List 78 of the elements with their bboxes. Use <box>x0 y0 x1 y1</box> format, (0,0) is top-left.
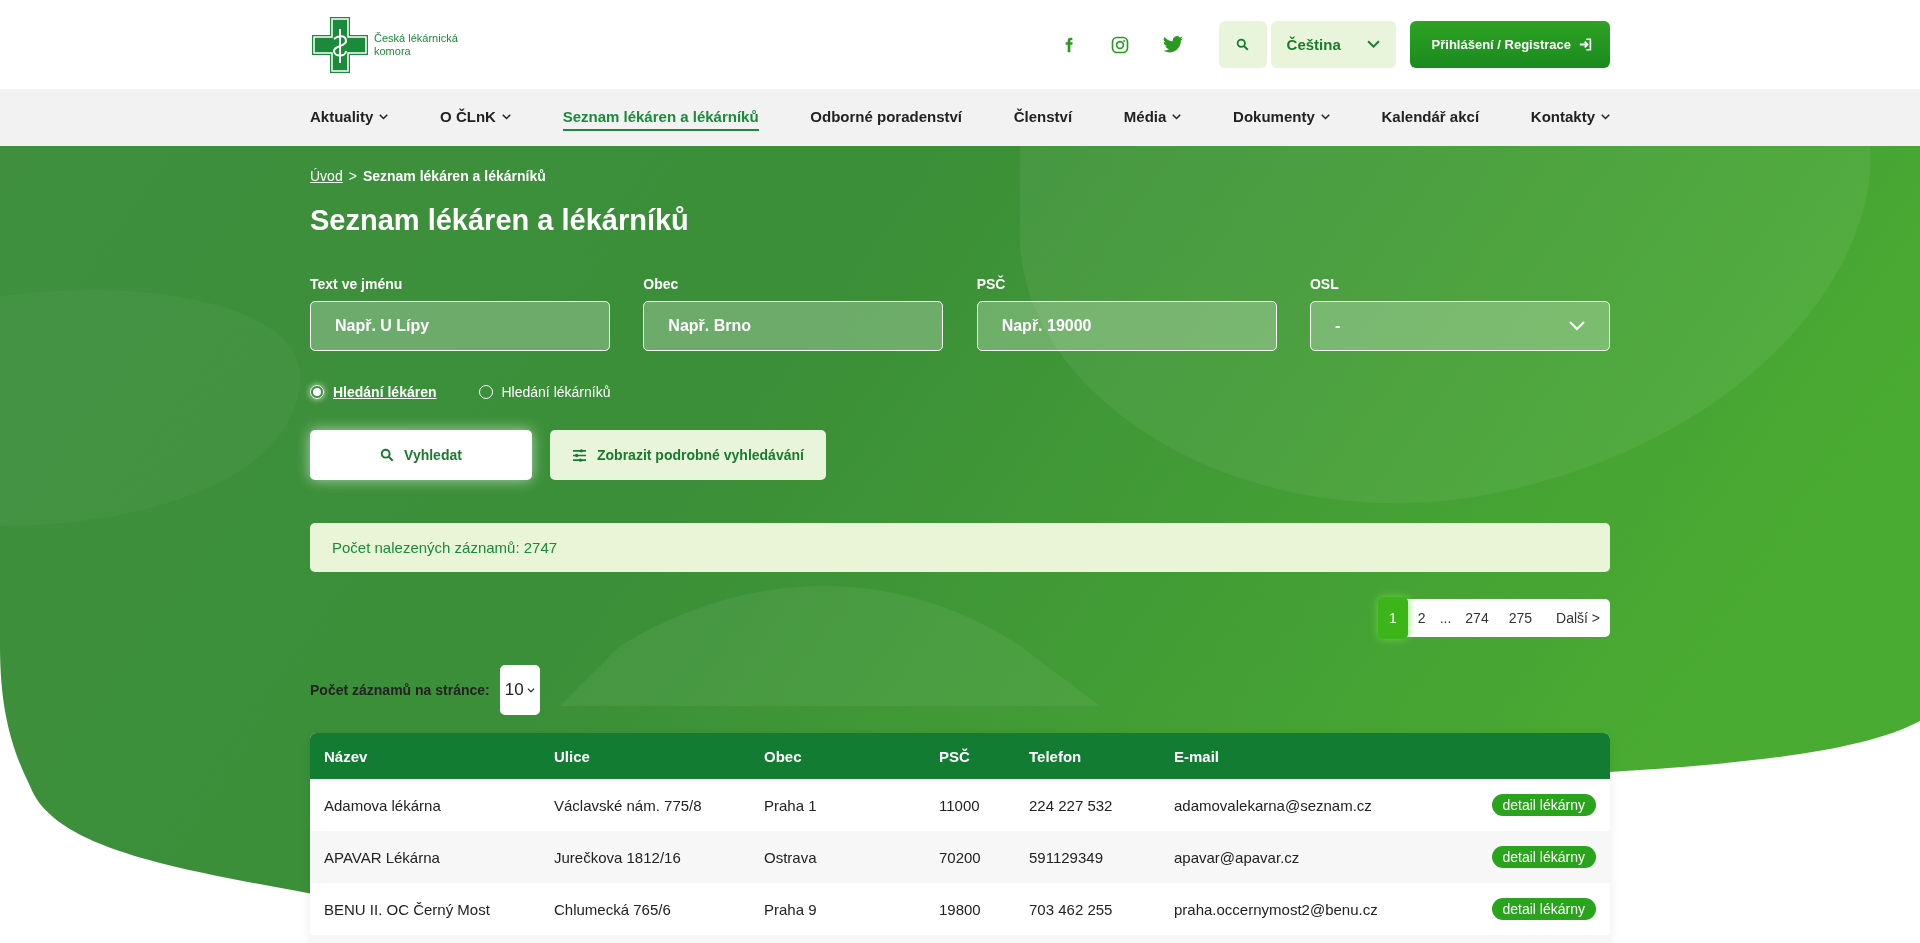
instagram-icon[interactable] <box>1110 35 1129 54</box>
column-header: Ulice <box>554 747 591 765</box>
search-button[interactable] <box>1218 21 1267 68</box>
table-cell-text: Adamova lékárna <box>324 796 442 814</box>
table-cell-text: 591129349 <box>1029 848 1104 866</box>
nav-link[interactable]: Média <box>1123 104 1182 131</box>
nav-link[interactable]: O ČLnK <box>440 104 511 131</box>
nav-link[interactable]: Seznam lékáren a lékárníků <box>562 104 759 131</box>
chevron-down-icon <box>501 113 511 120</box>
breadcrumb-link[interactable]: Úvod <box>310 168 343 184</box>
per-page-select[interactable]: 10 <box>499 665 540 715</box>
login-button[interactable]: Přihlášení / Registrace <box>1409 21 1610 68</box>
language-select[interactable]: Čeština <box>1270 21 1396 68</box>
field-label: Text ve jménu <box>310 276 404 292</box>
logo-icon[interactable] <box>310 14 370 75</box>
table-cell-text: Jurečkova 1812/16 <box>554 848 682 866</box>
sliders-icon <box>572 448 587 462</box>
field-label: Obec <box>643 276 680 292</box>
radio-option[interactable]: Hledání lékárníků <box>478 384 611 400</box>
nav-link[interactable]: Členství <box>1013 104 1073 131</box>
next-page-link[interactable]: Další > <box>1542 599 1610 637</box>
radio-label: Hledání lékáren <box>333 384 437 400</box>
page-link[interactable]: 274 <box>1455 599 1499 637</box>
radio-label: Hledání lékárníků <box>501 384 611 400</box>
breadcrumb-current: Seznam lékáren a lékárníků <box>362 168 546 184</box>
table-cell-text: adamovalekarna@seznam.cz <box>1174 796 1373 814</box>
table-cell-text: Václavské nám. 775/8 <box>554 796 703 814</box>
chevron-down-icon <box>379 113 389 120</box>
field-label: OSL <box>1310 276 1340 292</box>
page-title: Seznam lékáren a lékárníků <box>310 204 690 238</box>
table-cell-text: Ostrava <box>764 848 818 866</box>
nav-link[interactable]: Kalendář akcí <box>1381 104 1480 131</box>
per-page-label: Počet záznamů na stránce: <box>310 682 490 698</box>
table-cell-text: Chlumecká 765/6 <box>554 900 672 918</box>
column-header: Název <box>324 747 369 765</box>
chevron-down-icon <box>1366 40 1380 49</box>
column-header: E-mail <box>1174 747 1220 765</box>
nav-link[interactable]: Aktuality <box>310 104 389 131</box>
table-cell-text: apavar@apavar.cz <box>1174 848 1301 866</box>
table-cell-text: 19800 <box>939 900 982 918</box>
table-cell-text: 703 462 255 <box>1029 900 1114 918</box>
field-label: PSČ <box>976 276 1007 292</box>
result-count: Počet nalezených záznamů: 2747 <box>332 539 558 556</box>
column-header: PSČ <box>939 747 971 765</box>
twitter-icon[interactable] <box>1162 36 1183 53</box>
pagination-ellipsis: ... <box>1438 609 1453 628</box>
column-header: Obec <box>764 747 803 765</box>
search-icon <box>380 448 395 462</box>
page-link[interactable]: 2 <box>1407 599 1436 637</box>
search-button[interactable]: Vyhledat <box>310 430 532 480</box>
breadcrumb-separator: > <box>348 168 357 184</box>
table-cell-text: 11000 <box>939 796 981 814</box>
logo-text: Česká lékárnická <box>374 31 458 45</box>
nav-link[interactable]: Dokumenty <box>1233 104 1330 131</box>
table-cell-text: APAVAR Lékárna <box>324 848 441 866</box>
table-cell-text: praha.occernymost2@benu.cz <box>1174 900 1379 918</box>
chevron-down-icon <box>1320 113 1330 120</box>
table-cell-text: 70200 <box>939 848 982 866</box>
table-cell-text: 224 227 532 <box>1029 796 1114 814</box>
chevron-down-icon <box>526 687 535 693</box>
input-field[interactable]: Např. 19000 <box>976 301 1277 351</box>
nav-link[interactable]: Kontakty <box>1530 104 1610 131</box>
input-field[interactable]: Např. U Lípy <box>310 301 610 351</box>
chevron-down-icon <box>1172 113 1182 120</box>
login-icon <box>1579 38 1592 51</box>
page-link[interactable]: 275 <box>1498 599 1543 637</box>
radio-option[interactable]: Hledání lékáren <box>310 384 437 400</box>
chevron-down-icon <box>1569 321 1585 331</box>
nav-link[interactable]: Odborné poradenství <box>810 104 962 131</box>
table-cell-text: Praha 9 <box>764 900 818 918</box>
input-field[interactable]: Např. Brno <box>643 301 944 351</box>
column-header: Telefon <box>1029 747 1083 765</box>
table-cell-text: Praha 1 <box>764 796 818 814</box>
search-icon <box>1236 38 1250 51</box>
advanced-search-button[interactable]: Zobrazit podrobné vyhledávání <box>550 430 826 480</box>
logo-text: komora <box>374 44 412 58</box>
table-cell-text: BENU II. OC Černý Most <box>324 900 491 918</box>
chevron-down-icon <box>1601 113 1610 120</box>
